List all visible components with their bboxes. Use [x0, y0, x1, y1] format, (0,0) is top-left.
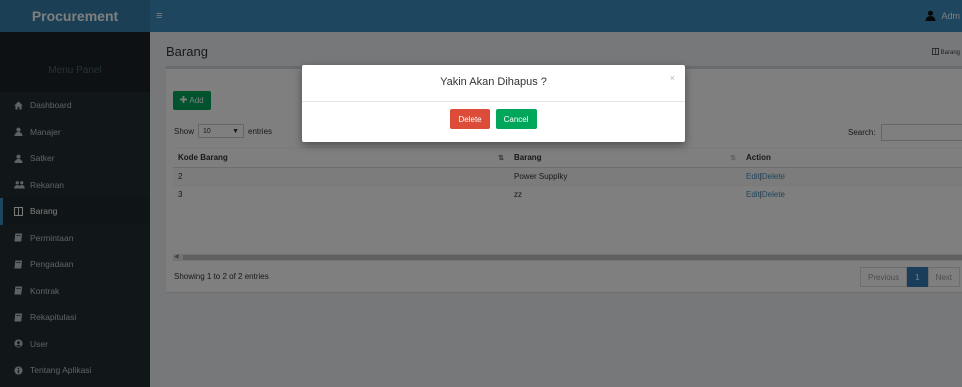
confirm-delete-modal: Yakin Akan Dihapus ? × Delete Cancel — [302, 65, 685, 142]
modal-header: Yakin Akan Dihapus ? × — [302, 65, 685, 102]
modal-title: Yakin Akan Dihapus ? — [440, 76, 547, 88]
modal-backdrop[interactable] — [0, 0, 962, 387]
modal-body: Delete Cancel — [302, 109, 685, 129]
delete-button[interactable]: Delete — [450, 109, 490, 129]
close-icon[interactable]: × — [670, 73, 675, 83]
cancel-button[interactable]: Cancel — [495, 109, 537, 129]
